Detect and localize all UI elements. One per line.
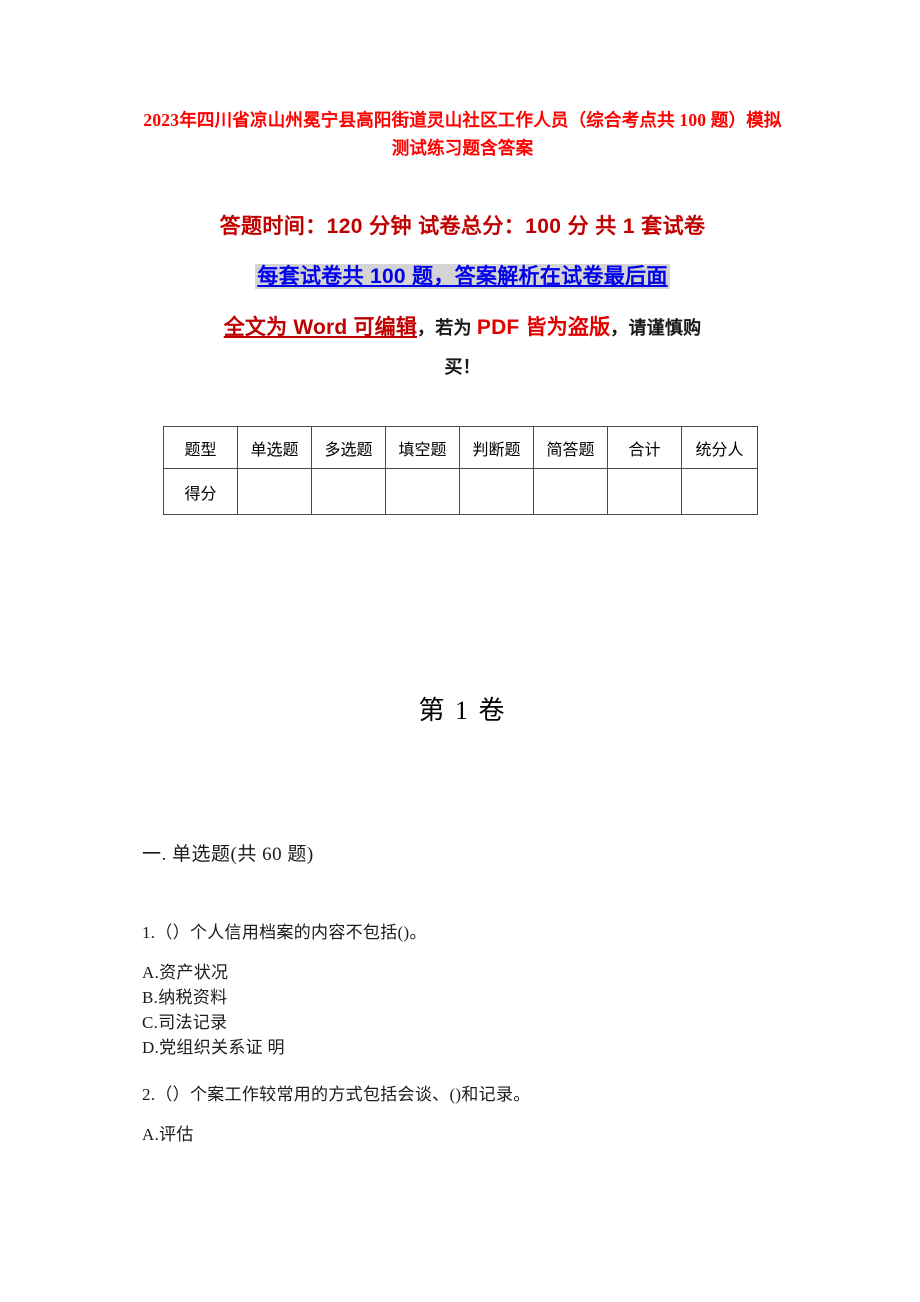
notice-tail-segment: ，请谨慎购: [610, 318, 702, 338]
questions-list: 1.（）个人信用档案的内容不包括()。 A.资产状况 B.纳税资料 C.司法记录…: [142, 920, 842, 1169]
exam-info-line: 答题时间：120 分钟 试卷总分：100 分 共 1 套试卷: [219, 215, 706, 238]
page-title: 2023年四川省凉山州冕宁县高阳街道灵山社区工作人员（综合考点共 100 题）模…: [143, 110, 782, 158]
table-cell[interactable]: [237, 468, 312, 515]
table-header-cell: 统分人: [681, 426, 758, 469]
table-cell[interactable]: [385, 468, 460, 515]
table-cell[interactable]: [607, 468, 682, 515]
table-cell[interactable]: [459, 468, 534, 515]
notice-plain-segment: ，若为: [417, 318, 477, 338]
table-header-cell: 合计: [607, 426, 682, 469]
table-header-cell: 填空题: [385, 426, 460, 469]
document-page: 2023年四川省凉山州冕宁县高阳街道灵山社区工作人员（综合考点共 100 题）模…: [0, 0, 920, 1302]
highlight-note-text: 每套试卷共 100 题，答案解析在试卷最后面: [255, 264, 670, 289]
option-a[interactable]: A.评估: [142, 1122, 842, 1147]
table-header-cell: 单选题: [237, 426, 312, 469]
question-options: A.资产状况 B.纳税资料 C.司法记录 D.党组织关系证 明: [142, 960, 842, 1060]
volume-title: 第 1 卷: [418, 696, 507, 725]
option-c[interactable]: C.司法记录: [142, 1010, 842, 1035]
table-header-cell: 题型: [163, 426, 238, 469]
notice-word-segment: 全文为 Word 可编辑: [223, 316, 418, 339]
table-row: 得分: [163, 468, 758, 515]
question-stem: 2.（）个案工作较常用的方式包括会谈、()和记录。: [142, 1085, 531, 1104]
table-cell[interactable]: [681, 468, 758, 515]
table-header-cell: 判断题: [459, 426, 534, 469]
score-table: 题型 单选题 多选题 填空题 判断题 简答题 合计 统分人 得分: [163, 426, 758, 515]
question-options: A.评估: [142, 1122, 842, 1147]
table-header-cell: 多选题: [311, 426, 386, 469]
question-stem: 1.（）个人信用档案的内容不包括()。: [142, 923, 427, 942]
section-heading: 一. 单选题(共 60 题): [142, 844, 314, 865]
option-a[interactable]: A.资产状况: [142, 960, 842, 985]
table-header-cell: 简答题: [533, 426, 608, 469]
question-item: 1.（）个人信用档案的内容不包括()。 A.资产状况 B.纳税资料 C.司法记录…: [142, 920, 842, 1060]
highlight-note-line: 每套试卷共 100 题，答案解析在试卷最后面: [140, 262, 785, 294]
option-b[interactable]: B.纳税资料: [142, 985, 842, 1010]
notice-pdf-segment: PDF 皆为盗版: [476, 316, 611, 339]
table-cell[interactable]: [311, 468, 386, 515]
table-header-row: 题型 单选题 多选题 填空题 判断题 简答题 合计 统分人: [163, 426, 758, 469]
table-row-label: 得分: [163, 468, 238, 515]
notice-line-2: 买！: [444, 357, 481, 377]
option-d[interactable]: D.党组织关系证 明: [142, 1035, 842, 1060]
score-table-wrapper: 题型 单选题 多选题 填空题 判断题 简答题 合计 统分人 得分: [163, 426, 758, 515]
question-item: 2.（）个案工作较常用的方式包括会谈、()和记录。 A.评估: [142, 1082, 842, 1147]
notice-line: 全文为 Word 可编辑，若为 PDF 皆为盗版，请谨慎购: [140, 310, 785, 346]
table-cell[interactable]: [533, 468, 608, 515]
